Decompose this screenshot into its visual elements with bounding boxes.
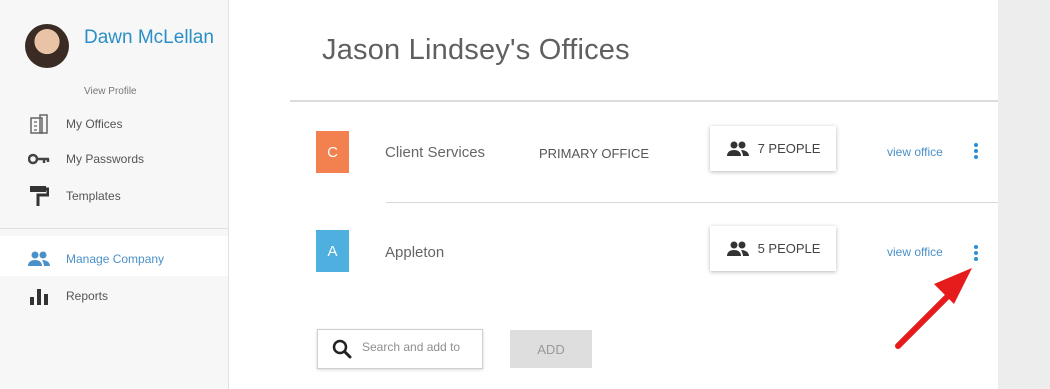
primary-office-badge: PRIMARY OFFICE (539, 146, 650, 161)
title-divider (290, 100, 998, 102)
sidebar-item-reports[interactable]: Reports (0, 281, 228, 311)
sidebar-item-label: Manage Company (66, 252, 165, 266)
add-button[interactable]: ADD (510, 330, 592, 368)
search-add-box[interactable] (317, 329, 483, 369)
people-count-button[interactable]: 7 PEOPLE (710, 126, 836, 171)
sidebar-divider (0, 228, 228, 229)
sidebar-item-manage-company[interactable]: Manage Company (0, 244, 228, 274)
user-name[interactable]: Dawn McLellan (84, 28, 214, 48)
key-icon (25, 148, 53, 170)
search-icon (332, 339, 352, 359)
view-office-link[interactable]: view office (887, 245, 943, 259)
avatar[interactable] (25, 24, 69, 68)
bar-chart-icon (25, 285, 53, 307)
page-title: Jason Lindsey's Offices (322, 34, 630, 66)
sidebar-item-label: My Passwords (66, 152, 145, 166)
sidebar-item-label: Reports (66, 289, 109, 303)
sidebar-item-label: Templates (66, 189, 121, 203)
people-icon (25, 248, 53, 270)
sidebar-item-my-offices[interactable]: My Offices (0, 109, 228, 139)
sidebar: Dawn McLellan View Profile My Offices My… (0, 0, 229, 389)
office-name[interactable]: Client Services (385, 144, 485, 161)
office-name[interactable]: Appleton (385, 244, 444, 261)
row-divider (386, 202, 998, 203)
office-avatar-tile: C (316, 131, 349, 173)
paint-roller-icon (25, 185, 53, 207)
people-count-button[interactable]: 5 PEOPLE (710, 226, 836, 271)
people-icon (726, 241, 749, 256)
view-profile-link[interactable]: View Profile (84, 86, 137, 97)
sidebar-item-templates[interactable]: Templates (0, 181, 228, 211)
offices-icon (25, 113, 53, 135)
red-arrow-annotation (895, 268, 972, 349)
people-icon (726, 141, 749, 156)
sidebar-item-label: My Offices (66, 117, 123, 131)
more-options-icon[interactable] (968, 141, 984, 161)
search-input[interactable] (362, 340, 476, 354)
right-gutter (998, 0, 1050, 389)
view-office-link[interactable]: view office (887, 145, 943, 159)
sidebar-item-my-passwords[interactable]: My Passwords (0, 144, 228, 174)
people-count-label: 7 PEOPLE (757, 141, 821, 156)
office-avatar-tile: A (316, 230, 349, 272)
people-count-label: 5 PEOPLE (757, 241, 821, 256)
